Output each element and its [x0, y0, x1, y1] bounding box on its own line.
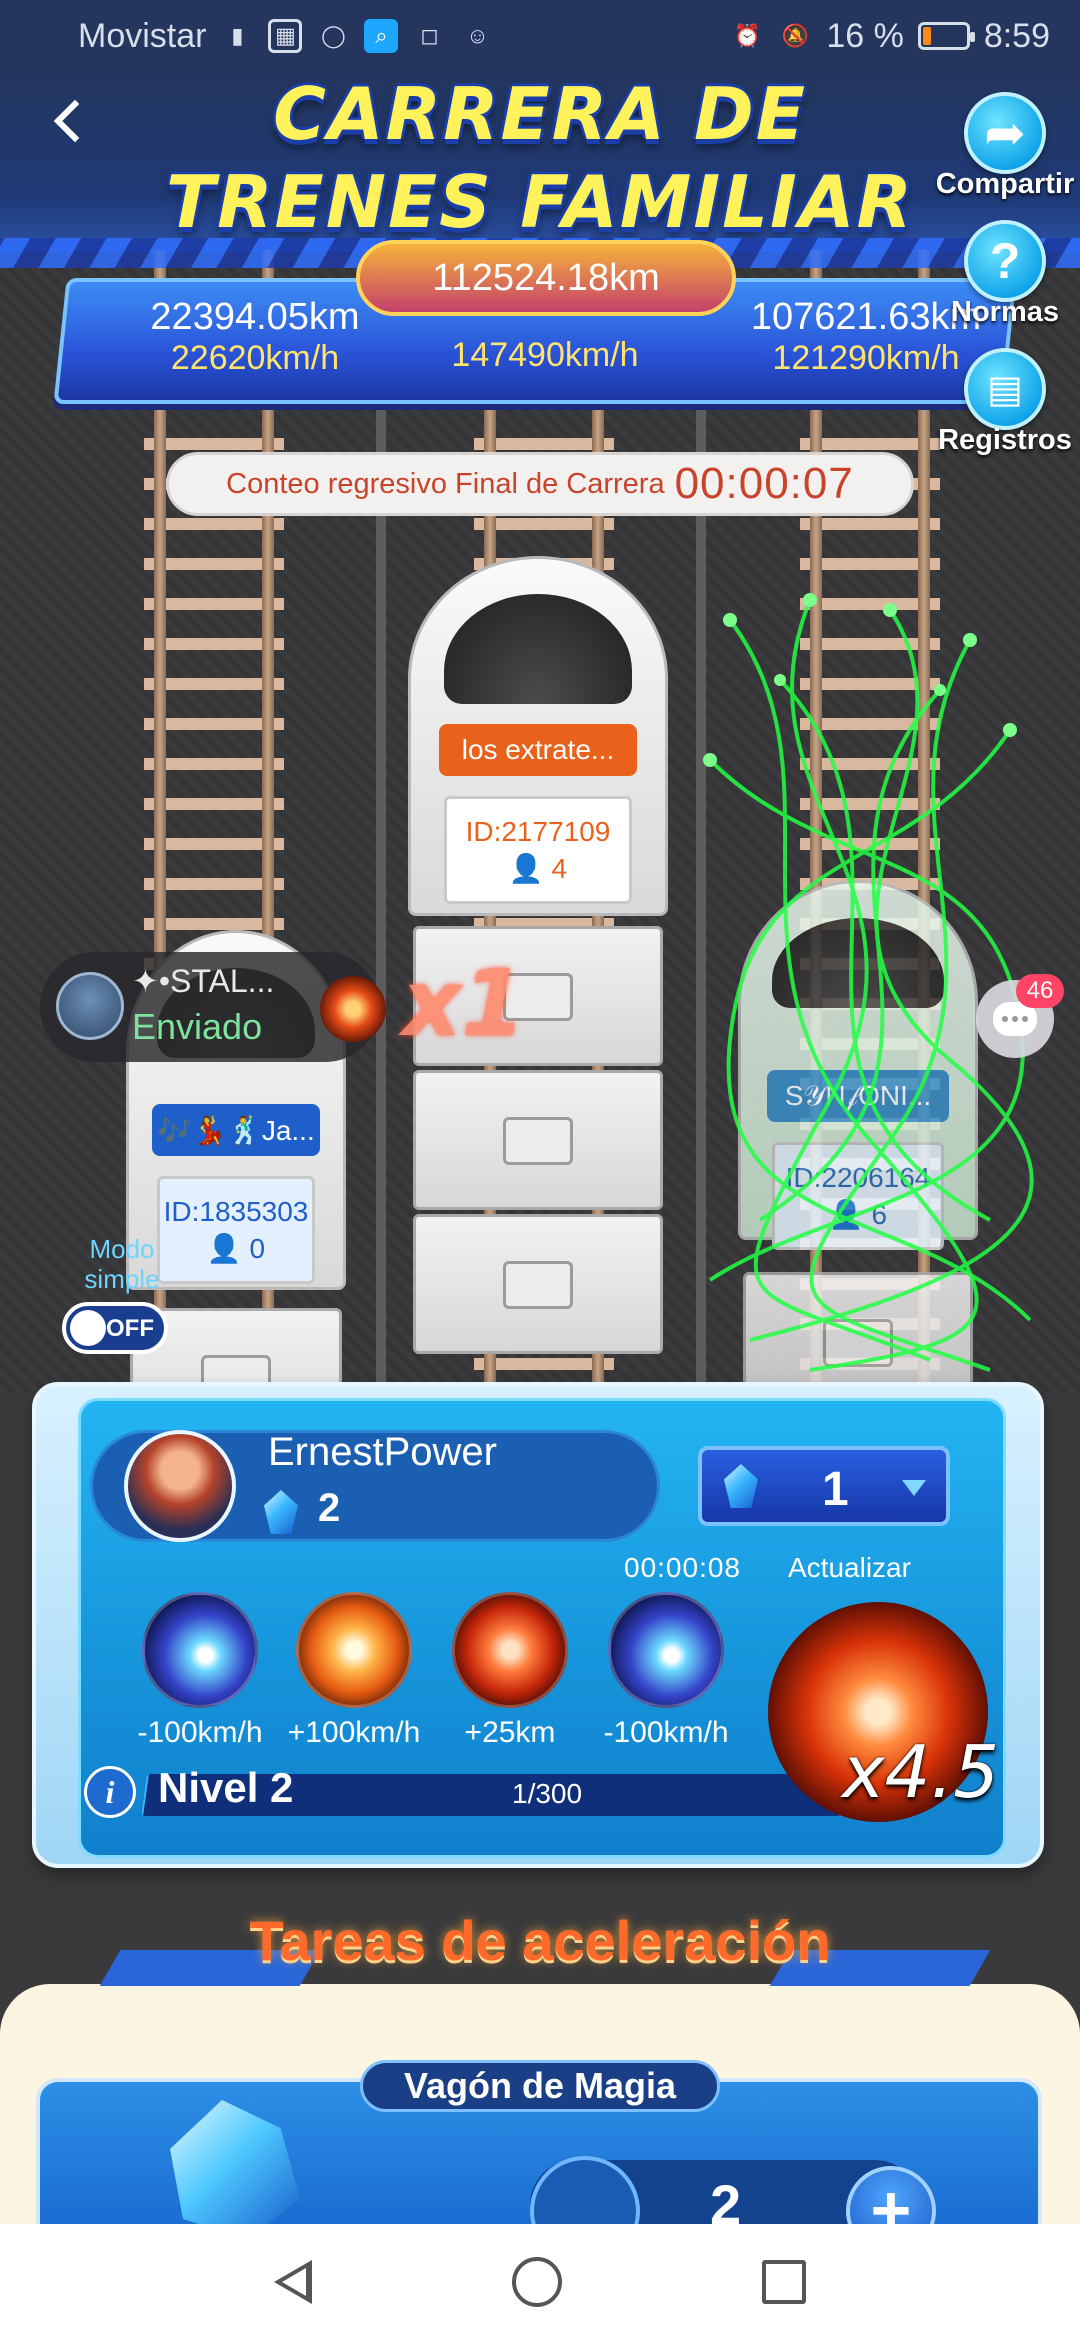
status-left: Movistar ▮ ▦ ◯ ⌕ ◻ ☺ [78, 17, 494, 56]
skill-slot-3[interactable]: +25km [420, 1592, 600, 1750]
gem-quantity-select[interactable]: 1 [698, 1446, 950, 1526]
score-center-speed: 147490km/h [451, 336, 639, 374]
train-car [413, 1214, 663, 1354]
records-button[interactable]: ▤ Registros [930, 348, 1080, 457]
search-app-icon: ⌕ [364, 19, 399, 53]
back-button[interactable] [46, 92, 106, 152]
rules-button[interactable]: ? Normas [930, 220, 1080, 329]
skill-orb-icon [296, 1592, 412, 1708]
nav-home-icon[interactable] [512, 2257, 562, 2307]
train-right-id: ID:2206164 [785, 1161, 931, 1193]
info-icon[interactable]: i [84, 1766, 136, 1818]
tasks-title: Tareas de aceleración [249, 1909, 831, 1972]
task-card-title: Vagón de Magia [360, 2060, 720, 2112]
gift-multiplier: x1 [402, 950, 526, 1057]
share-icon: ➦ [964, 92, 1046, 174]
total-distance: 112524.18km [356, 240, 736, 316]
train-left-name: 🎶💃🕺Ja... [152, 1104, 320, 1156]
skill-label: +100km/h [287, 1716, 421, 1749]
records-icon: ▤ [964, 348, 1046, 430]
help-icon: ? [964, 220, 1046, 302]
records-label: Registros [938, 424, 1072, 456]
score-left-speed: 22620km/h [170, 339, 340, 377]
skill-orb-icon [452, 1592, 568, 1708]
chevron-down-icon [902, 1480, 926, 1496]
simple-mode-label: Modo simple [84, 1234, 160, 1294]
train-right-members: 👤 6 [828, 1198, 888, 1230]
chat-badge: 46 [1016, 974, 1064, 1008]
chat-button[interactable]: 46 [976, 974, 1064, 1058]
share-label: Compartir [935, 168, 1075, 200]
status-bar: Movistar ▮ ▦ ◯ ⌕ ◻ ☺ ⏰ 🔕 16 % 8:59 [0, 0, 1080, 72]
toggle-knob [70, 1310, 106, 1346]
gift-icon [320, 976, 386, 1042]
system-nav-bar [0, 2224, 1080, 2340]
countdown-label: Conteo regresivo Final de Carrera [226, 467, 665, 500]
simple-mode-toggle[interactable]: OFF [62, 1302, 168, 1354]
level-label: Nivel 2 [158, 1764, 294, 1811]
carrier-label: Movistar [78, 16, 207, 55]
skill-slot-4[interactable]: -100km/h [576, 1592, 756, 1750]
signal-icon: ▮ [231, 23, 244, 48]
skill-label: -100km/h [603, 1716, 729, 1749]
race-countdown: Conteo regresivo Final de Carrera 00:00:… [166, 452, 914, 516]
nav-back-icon[interactable] [274, 2260, 312, 2304]
gallery-icon: ▦ [268, 19, 303, 53]
avatar [56, 972, 124, 1040]
gem-count: 2 [318, 1486, 341, 1530]
train-center-members: 👤 4 [508, 852, 568, 884]
train-car [413, 1070, 663, 1210]
back-arrow-icon [53, 99, 97, 143]
lane-divider [696, 360, 706, 1400]
toggle-state: OFF [106, 1315, 154, 1342]
nav-recents-icon[interactable] [762, 2260, 806, 2304]
page-title-line2: TRENES FAMILIAR [166, 160, 914, 244]
battery-percent: 16 % [826, 16, 904, 55]
score-left-distance: 22394.05km [150, 296, 360, 338]
refresh-button[interactable]: Actualizar [788, 1552, 911, 1584]
train-right-name: S𝒴N𝒻ONI... [766, 1070, 950, 1122]
score-center: 147490km/h [410, 336, 680, 375]
gem-quantity-value: 1 [822, 1463, 849, 1516]
skill-label: -100km/h [137, 1716, 263, 1749]
mute-icon: 🔕 [781, 23, 810, 48]
boost-multiplier: x4.5 [842, 1730, 1000, 1814]
train-right-id-card: ID:2206164 👤 6 [771, 1142, 945, 1250]
train-center-id: ID:2177109 [465, 815, 611, 847]
page-title-line1: CARRERA DE [273, 72, 807, 156]
train-center-name: los extrate... [439, 724, 637, 776]
skill-orb-icon [608, 1592, 724, 1708]
train-center-id-card: ID:2177109 👤 4 [444, 796, 632, 904]
clock: 8:59 [983, 16, 1050, 55]
level-progress-text: 1/300 [512, 1778, 583, 1809]
sender-status: Enviado [132, 1006, 263, 1047]
skill-orb-icon [142, 1592, 258, 1708]
share-button[interactable]: ➦ Compartir [930, 92, 1080, 201]
app-notification-icon: ☺ [466, 23, 489, 48]
refresh-timer: 00:00:08 [624, 1552, 741, 1583]
rules-label: Normas [951, 296, 1059, 328]
alarm-icon: ⏰ [733, 23, 762, 48]
train-right[interactable]: S𝒴N𝒻ONI... ID:2206164 👤 6 [738, 880, 978, 1412]
user-icon: 👤 [508, 852, 544, 884]
countdown-time: 00:00:07 [674, 459, 854, 508]
score-left: 22394.05km 22620km/h [120, 296, 390, 378]
avatar[interactable] [124, 1430, 236, 1542]
skill-slot-2[interactable]: +100km/h [264, 1592, 444, 1750]
username: ErnestPower [268, 1430, 497, 1474]
lane-divider [376, 360, 386, 1400]
skill-slot-1[interactable]: -100km/h [110, 1592, 290, 1750]
sender-name: ✦•STAL... [132, 963, 275, 999]
instagram-icon: ◻ [420, 23, 439, 48]
user-icon: 👤 [206, 1232, 242, 1264]
train-left-id: ID:1835303 [163, 1195, 309, 1227]
train-left-members: 👤 0 [206, 1232, 266, 1264]
user-icon: 👤 [828, 1198, 864, 1230]
battery-icon [917, 22, 975, 50]
whatsapp-icon: ◯ [321, 23, 346, 48]
gift-sender-bubble: ✦•STAL... Enviado [40, 952, 386, 1062]
gem-icon [724, 1464, 758, 1508]
skill-label: +25km [464, 1716, 556, 1749]
status-right: ⏰ 🔕 16 % 8:59 [730, 17, 1050, 56]
